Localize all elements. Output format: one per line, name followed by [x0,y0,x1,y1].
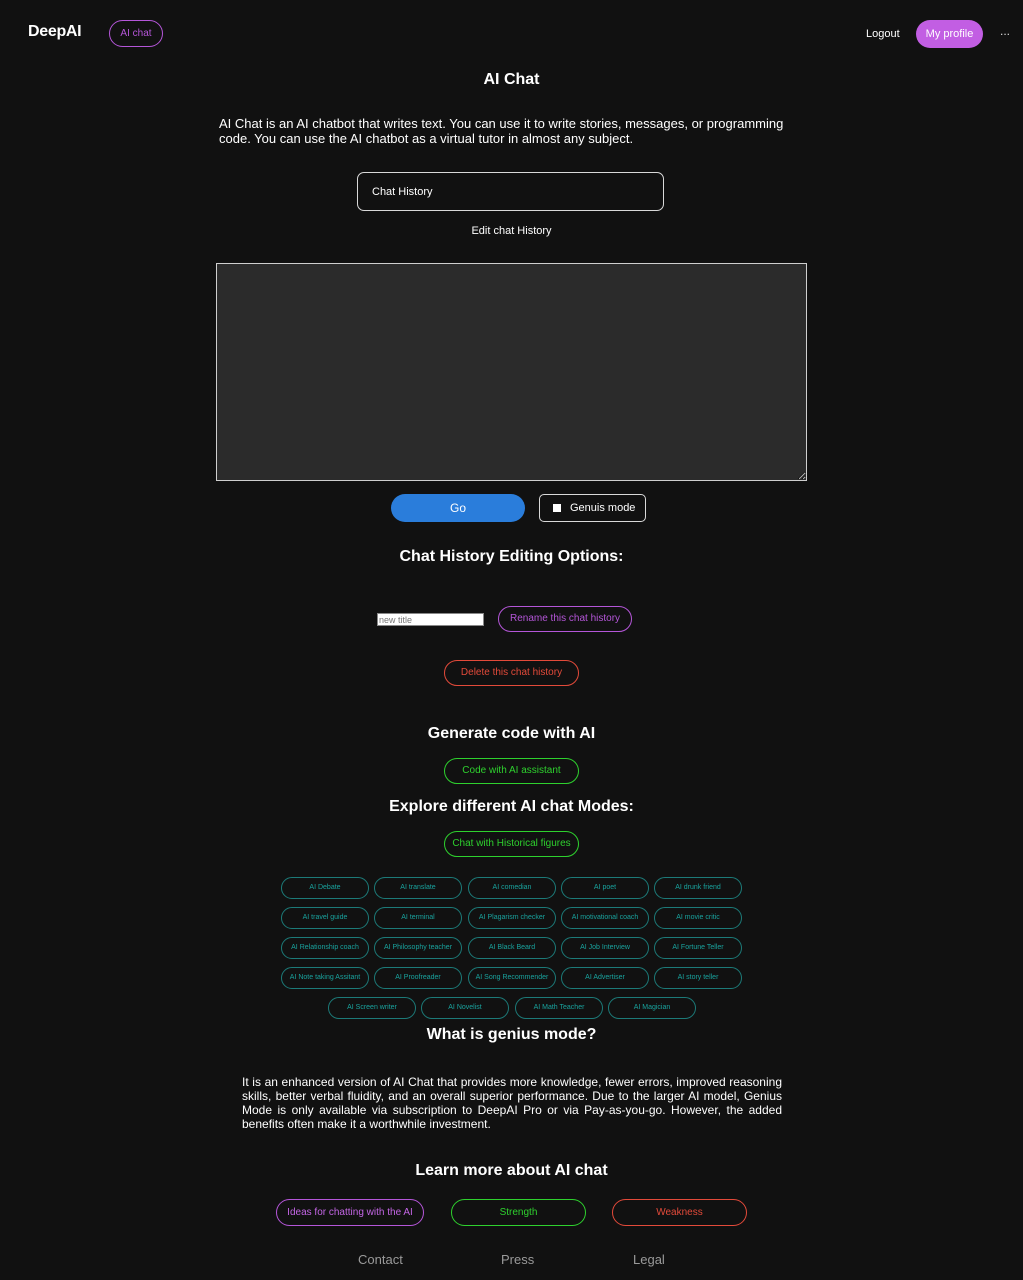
rename-chat-history-button[interactable]: Rename this chat history [498,606,632,632]
mode-ai-plagarism-checker[interactable]: AI Plagarism checker [468,907,556,929]
mode-ai-proofreader[interactable]: AI Proofreader [374,967,462,989]
learn-more-heading: Learn more about AI chat [415,1162,608,1179]
genius-mode-description: It is an enhanced version of AI Chat tha… [242,1075,782,1131]
mode-ai-black-beard[interactable]: AI Black Beard [468,937,556,959]
logout-link[interactable]: Logout [866,28,900,40]
edit-chat-history-link[interactable]: Edit chat History [0,225,1023,237]
historical-figures-button[interactable]: Chat with Historical figures [444,831,579,857]
mode-ai-poet[interactable]: AI poet [561,877,649,899]
intro-text: AI Chat is an AI chatbot that writes tex… [219,116,784,146]
mode-ai-terminal[interactable]: AI terminal [374,907,462,929]
genius-mode-toggle[interactable]: Genuis mode [539,494,646,522]
footer-legal-link[interactable]: Legal [633,1252,665,1267]
strength-button[interactable]: Strength [451,1199,586,1226]
code-with-ai-assistant-button[interactable]: Code with AI assistant [444,758,579,784]
mode-ai-philosophy-teacher[interactable]: AI Philosophy teacher [374,937,462,959]
footer-contact-link[interactable]: Contact [358,1252,403,1267]
genius-mode-checkbox[interactable] [553,504,561,512]
genius-mode-heading: What is genius mode? [426,1026,597,1043]
ai-chat-nav-pill[interactable]: AI chat [109,20,163,47]
mode-ai-comedian[interactable]: AI comedian [468,877,556,899]
new-title-input[interactable] [377,613,484,626]
chat-input-textarea[interactable] [216,263,807,481]
mode-ai-relationship-coach[interactable]: AI Relationship coach [281,937,369,959]
mode-ai-screen-writer[interactable]: AI Screen writer [328,997,416,1019]
mode-ai-motivational-coach[interactable]: AI motivational coach [561,907,649,929]
deepai-logo[interactable]: DeepAI [28,23,82,41]
mode-ai-advertiser[interactable]: AI Advertiser [561,967,649,989]
mode-ai-novelist[interactable]: AI Novelist [421,997,509,1019]
mode-ai-movie-critic[interactable]: AI movie critic [654,907,742,929]
editing-options-heading: Chat History Editing Options: [399,548,624,565]
mode-ai-magician[interactable]: AI Magician [608,997,696,1019]
mode-ai-job-interview[interactable]: AI Job Interview [561,937,649,959]
mode-ai-story-teller[interactable]: AI story teller [654,967,742,989]
mode-ai-travel-guide[interactable]: AI travel guide [281,907,369,929]
footer-press-link[interactable]: Press [501,1252,534,1267]
chat-history-dropdown[interactable]: Chat History [357,172,664,211]
ideas-for-chatting-button[interactable]: Ideas for chatting with the AI [276,1199,424,1226]
mode-ai-drunk-friend[interactable]: AI drunk friend [654,877,742,899]
mode-ai-fortune-teller[interactable]: AI Fortune Teller [654,937,742,959]
delete-chat-history-button[interactable]: Delete this chat history [444,660,579,686]
mode-ai-note-taking-assitant[interactable]: AI Note taking Assitant [281,967,369,989]
weakness-button[interactable]: Weakness [612,1199,747,1226]
generate-code-heading: Generate code with AI [427,725,596,742]
genius-mode-label: Genuis mode [570,502,636,514]
mode-ai-translate[interactable]: AI translate [374,877,462,899]
mode-ai-math-teacher[interactable]: AI Math Teacher [515,997,603,1019]
more-menu-icon[interactable]: ... [1000,24,1010,38]
go-button[interactable]: Go [391,494,525,522]
my-profile-button[interactable]: My profile [916,20,983,48]
page-title: AI Chat [483,71,540,88]
chat-modes-heading: Explore different AI chat Modes: [389,798,634,815]
mode-ai-song-recommender[interactable]: AI Song Recommender [468,967,556,989]
mode-ai-debate[interactable]: AI Debate [281,877,369,899]
